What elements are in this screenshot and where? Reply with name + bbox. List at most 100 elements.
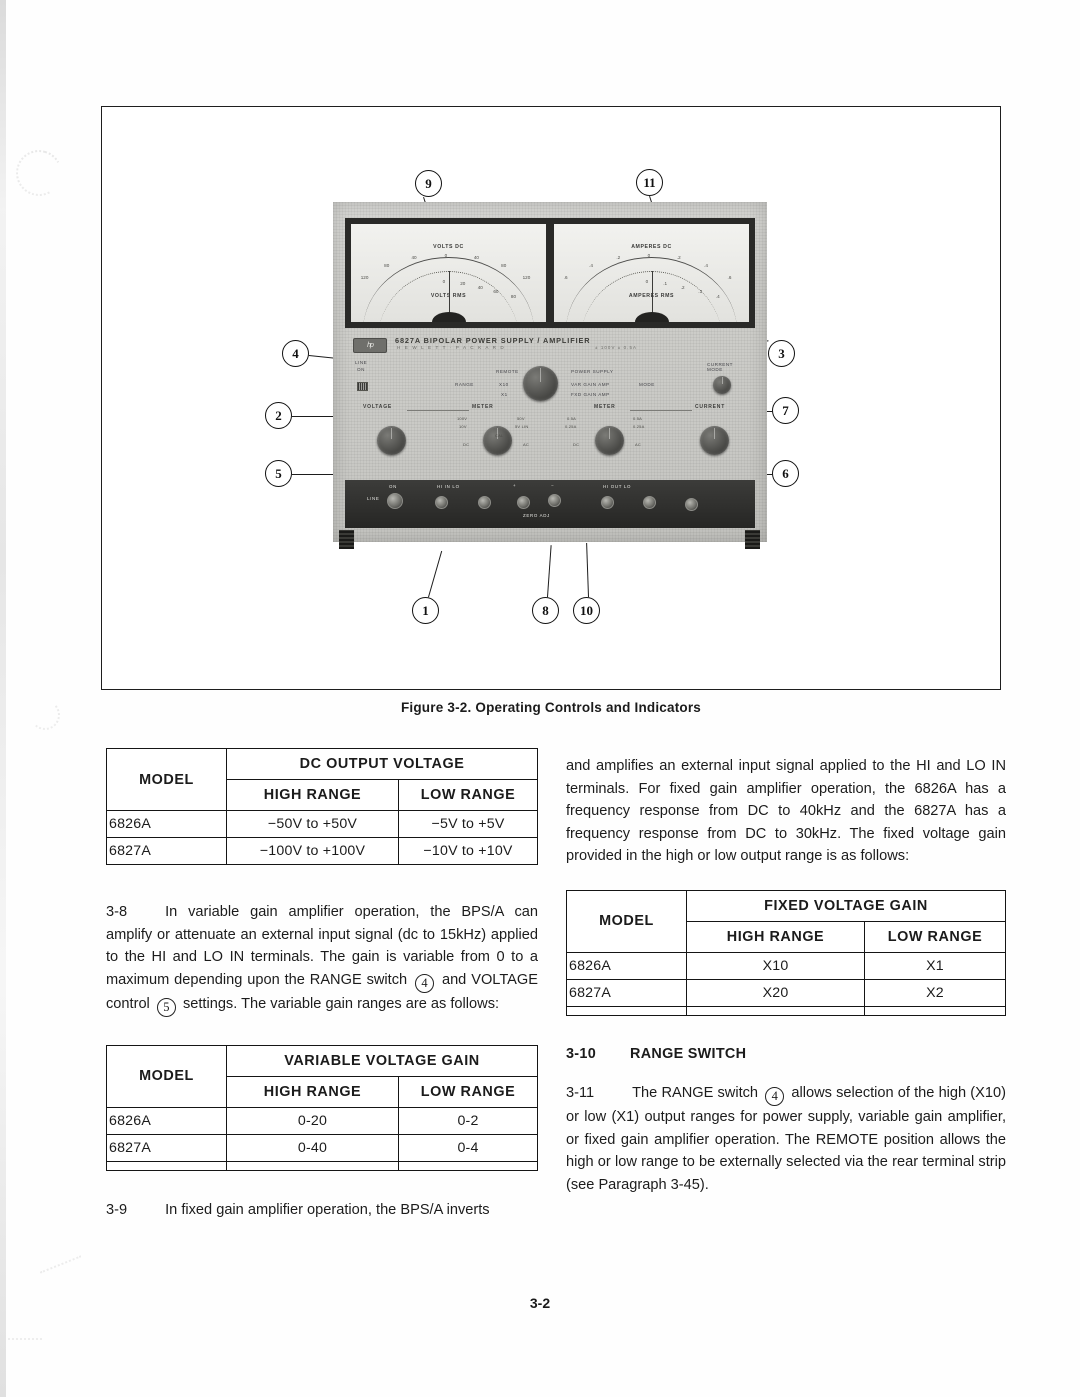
meter-tick: .4 (589, 263, 593, 269)
meter-tick: .4 (704, 263, 708, 269)
figure-frame: 9 11 4 3 2 7 5 6 1 8 10 VOLTS DC VOLTS R… (101, 106, 1001, 690)
meter-volts-range-knob[interactable] (483, 426, 512, 455)
line-indicator-icon (357, 382, 368, 391)
paragraph-3-9-text: In fixed gain amplifier operation, the B… (165, 1201, 490, 1218)
chassis-foot-left (339, 530, 354, 549)
knob-pointer-icon (721, 377, 723, 385)
minus-polarity-label: − (551, 483, 555, 488)
callout-2: 2 (265, 402, 292, 429)
line-on-terminal-label: ON (389, 484, 397, 489)
out-common-binding-post[interactable] (643, 496, 656, 509)
paragraph-3-9: 3-9 In fixed gain amplifier operation, th… (106, 1199, 538, 1222)
range-label: RANGE (455, 382, 474, 387)
fg-row1-low: X2 (864, 978, 1006, 1007)
chassis-foot-right (745, 530, 760, 549)
section-3-10-number: 3-10 (566, 1045, 597, 1062)
paragraph-3-8: 3-8 In variable gain amplifier operation,… (106, 901, 538, 1017)
fg-row0-low: X1 (864, 951, 1006, 980)
page-number: 3-2 (529, 1295, 551, 1311)
fixed-voltage-gain-table: MODEL FIXED VOLTAGE GAIN HIGH RANGE LOW … (566, 889, 1006, 1016)
meter-range-100v-label: 100V (457, 416, 468, 421)
zero-adj-label: ZERO ADJ (523, 513, 551, 518)
volts-meter: VOLTS DC VOLTS RMS 120 80 40 0 40 80 120… (351, 224, 546, 322)
meter-right-knob-label: METER (594, 404, 616, 410)
table-row: 6826A 0-20 0-2 (106, 1106, 538, 1135)
callout-10: 10 (573, 597, 600, 624)
table-header-row: MODEL DC OUTPUT VOLTAGE (106, 748, 538, 811)
vg-model-header: MODEL (106, 1044, 227, 1108)
left-text-column: MODEL DC OUTPUT VOLTAGE HIGH RANGE LOW R… (106, 748, 538, 1235)
dc-row0-high: −50V to +50V (226, 810, 399, 838)
dc-row1-low: −10V to +10V (398, 837, 538, 865)
current-knob-label: CURRENT (695, 404, 726, 410)
dc-low-range-header: LOW RANGE (398, 779, 538, 811)
meter-tick-lower: 20 (460, 280, 466, 286)
paragraph-3-11-number: 3-11 (566, 1084, 595, 1101)
meter-tick: .6 (727, 274, 732, 280)
hi-in-binding-post[interactable] (435, 496, 448, 509)
amp-meter-dc-label: DC (573, 442, 580, 447)
meter-pointer (651, 270, 653, 316)
section-heading-3-10: 3-10 RANGE SWITCH (566, 1046, 1006, 1062)
fg-row1-model: 6827A (566, 978, 687, 1007)
meter-tick: 120 (360, 274, 369, 280)
current-control-knob[interactable] (700, 426, 729, 455)
amp-range-05a-label: 0.5A (567, 416, 577, 421)
hp-logo-icon: hp (353, 338, 387, 353)
dc-row1-high: −100V to +100V (226, 837, 399, 865)
paragraph-3-8-number: 3-8 (106, 904, 128, 920)
instrument-rating-label: ± 100V ± 0.5A (595, 345, 638, 350)
line-switch-toggle[interactable] (387, 493, 403, 509)
right-text-column: and amplifies an external input signal a… (566, 755, 1006, 1210)
voltage-control-knob[interactable] (377, 426, 406, 455)
hi-out-binding-post[interactable] (601, 496, 614, 509)
amperes-meter: AMPERES DC AMPERES RMS .6 .4 .2 0 .2 .4 … (554, 224, 749, 322)
table-header-row: MODEL FIXED VOLTAGE GAIN (566, 889, 1006, 953)
control-knob-row: VOLTAGE METER METER CURRENT 100V 10V 50V… (345, 402, 755, 476)
callout-8: 8 (532, 597, 559, 624)
spacer-cell (398, 1161, 538, 1171)
power-supply-label: POWER SUPPLY (571, 369, 614, 374)
meter-tick: 80 (501, 263, 507, 269)
dc-model-header: MODEL (106, 748, 227, 811)
meter-tick: .2 (676, 255, 681, 261)
fixed-voltage-gain-header: FIXED VOLTAGE GAIN (686, 889, 1006, 922)
dc-high-range-header: HIGH RANGE (226, 779, 399, 811)
amp-range-025a-label-2: 0.25A (633, 424, 645, 429)
spacer-cell (566, 1006, 687, 1016)
meter-tick: 80 (384, 263, 390, 269)
line-on-label: ON (357, 367, 365, 372)
current-mode-indicator[interactable] (713, 376, 731, 394)
control-ref-5: 5 (156, 997, 176, 1017)
meter-tick-lower: 40 (477, 284, 483, 290)
meter-tick-lower: .4 (715, 293, 720, 299)
range-mode-rotary-switch[interactable] (523, 366, 558, 401)
control-ref-4: 4 (415, 973, 435, 993)
variable-voltage-gain-header: VARIABLE VOLTAGE GAIN (226, 1044, 538, 1077)
vg-row1-model: 6827A (106, 1133, 227, 1162)
table-spacer-row (566, 1006, 1006, 1016)
x10-label: X10 (499, 382, 509, 387)
fg-high-range-header: HIGH RANGE (686, 920, 865, 953)
zero-adj-trimmer-2[interactable] (548, 494, 561, 507)
table-row: 6827A X20 X2 (566, 978, 1006, 1007)
lo-in-binding-post[interactable] (478, 496, 491, 509)
meter-tick-lower: 0 (442, 278, 446, 284)
scan-speckle-artifact (10, 144, 68, 202)
meter-tick-lower: .2 (680, 284, 685, 290)
meter-amperes-range-knob[interactable] (595, 426, 624, 455)
plus-polarity-label: + (513, 483, 517, 488)
meter-tick: 120 (522, 274, 531, 280)
zero-adj-trimmer[interactable] (517, 496, 530, 509)
lo-out-binding-post[interactable] (685, 498, 698, 511)
line-terminal-label: LINE (367, 496, 380, 501)
paragraph-3-8-text-c: settings. The variable gain ranges are a… (182, 995, 500, 1012)
paragraph-3-9-number: 3-9 (106, 1201, 128, 1218)
terminal-strip: LINE ON HI IN LO + − ZERO ADJ HI OUT LO (345, 480, 755, 528)
meter-ac-label: AC (523, 442, 529, 447)
dc-row0-low: −5V to +5V (398, 810, 538, 838)
vg-row0-high: 0-20 (226, 1106, 399, 1135)
dc-output-voltage-header: DC OUTPUT VOLTAGE (226, 748, 538, 780)
hi-out-lo-label: HI OUT LO (603, 484, 632, 489)
fg-low-range-header: LOW RANGE (864, 920, 1006, 953)
